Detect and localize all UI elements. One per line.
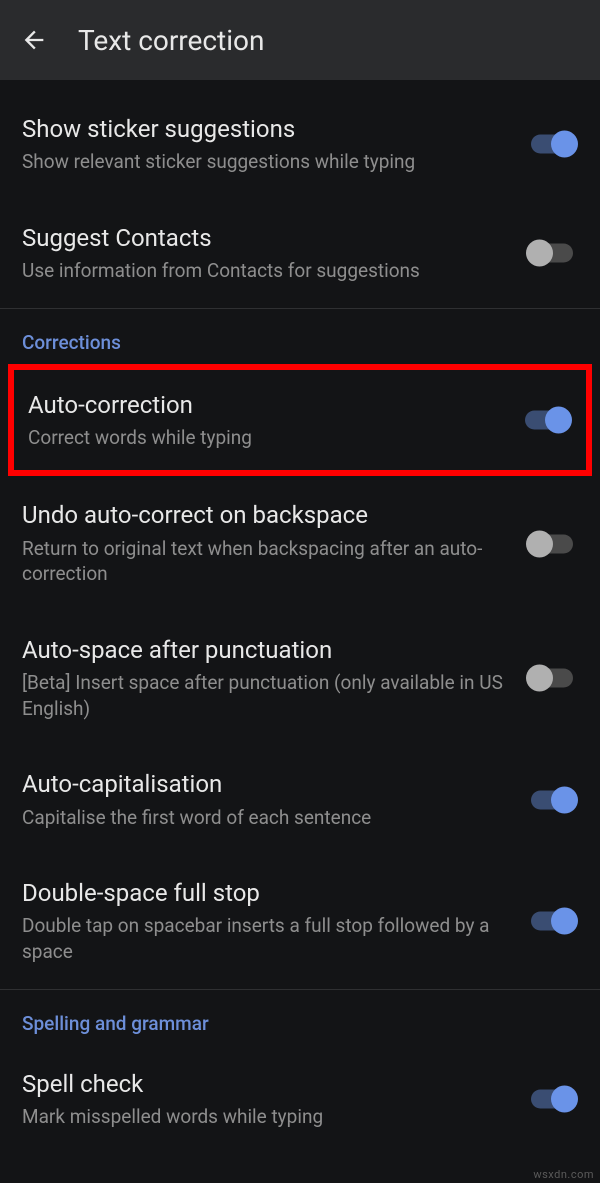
setting-text: Auto-capitalisation Capitalise the first… [22,769,526,830]
section-corrections: Corrections [0,309,600,364]
setting-double-space[interactable]: Double-space full stop Double tap on spa… [0,854,600,988]
setting-sticker-suggestions[interactable]: Show sticker suggestions Show relevant s… [0,90,600,199]
toggle-thumb [551,908,578,935]
settings-list: Show sticker suggestions Show relevant s… [0,80,600,1138]
setting-subtitle: Double tap on spacebar inserts a full st… [22,913,506,964]
setting-text: Spell check Mark misspelled words while … [22,1069,526,1130]
app-header: Text correction [0,0,600,80]
setting-spell-check[interactable]: Spell check Mark misspelled words while … [0,1045,600,1138]
setting-auto-capitalisation[interactable]: Auto-capitalisation Capitalise the first… [0,745,600,854]
setting-title: Show sticker suggestions [22,114,506,145]
toggle-thumb [526,240,553,267]
setting-text: Double-space full stop Double tap on spa… [22,878,526,964]
toggle-undo-autocorrect[interactable] [526,528,578,560]
toggle-sticker-suggestions[interactable] [526,128,578,160]
setting-title: Suggest Contacts [22,223,506,254]
page-title: Text correction [78,24,264,57]
toggle-spell-check[interactable] [526,1083,578,1115]
setting-subtitle: Capitalise the first word of each senten… [22,805,506,831]
toggle-thumb [551,786,578,813]
setting-title: Auto-correction [28,390,500,421]
setting-title: Auto-capitalisation [22,769,506,800]
setting-subtitle: Correct words while typing [28,425,500,451]
toggle-thumb [526,530,553,557]
toggle-thumb [545,407,572,434]
toggle-auto-correction[interactable] [520,404,572,436]
toggle-suggest-contacts[interactable] [526,237,578,269]
setting-title: Spell check [22,1069,506,1100]
toggle-thumb [526,665,553,692]
setting-title: Undo auto-correct on backspace [22,500,506,531]
highlight-autocorrect: Auto-correction Correct words while typi… [8,364,592,477]
toggle-thumb [551,1086,578,1113]
setting-text: Auto-space after punctuation [Beta] Inse… [22,635,526,721]
setting-auto-correction[interactable]: Auto-correction Correct words while typi… [14,370,586,471]
toggle-thumb [551,131,578,158]
back-arrow-icon[interactable] [20,26,48,54]
watermark: wsxdn.com [533,1168,594,1181]
setting-subtitle: Use information from Contacts for sugges… [22,258,506,284]
toggle-auto-space[interactable] [526,662,578,694]
setting-subtitle: Show relevant sticker suggestions while … [22,149,506,175]
setting-subtitle: [Beta] Insert space after punctuation (o… [22,670,506,721]
setting-subtitle: Mark misspelled words while typing [22,1104,506,1130]
setting-suggest-contacts[interactable]: Suggest Contacts Use information from Co… [0,199,600,308]
arrow-left-icon [20,26,48,54]
setting-title: Double-space full stop [22,878,506,909]
setting-undo-autocorrect[interactable]: Undo auto-correct on backspace Return to… [0,476,600,610]
setting-text: Auto-correction Correct words while typi… [28,390,520,451]
setting-subtitle: Return to original text when backspacing… [22,536,506,587]
toggle-double-space[interactable] [526,905,578,937]
toggle-auto-capitalisation[interactable] [526,784,578,816]
setting-text: Suggest Contacts Use information from Co… [22,223,526,284]
setting-title: Auto-space after punctuation [22,635,506,666]
section-spelling: Spelling and grammar [0,990,600,1045]
setting-text: Undo auto-correct on backspace Return to… [22,500,526,586]
setting-auto-space[interactable]: Auto-space after punctuation [Beta] Inse… [0,611,600,745]
setting-text: Show sticker suggestions Show relevant s… [22,114,526,175]
